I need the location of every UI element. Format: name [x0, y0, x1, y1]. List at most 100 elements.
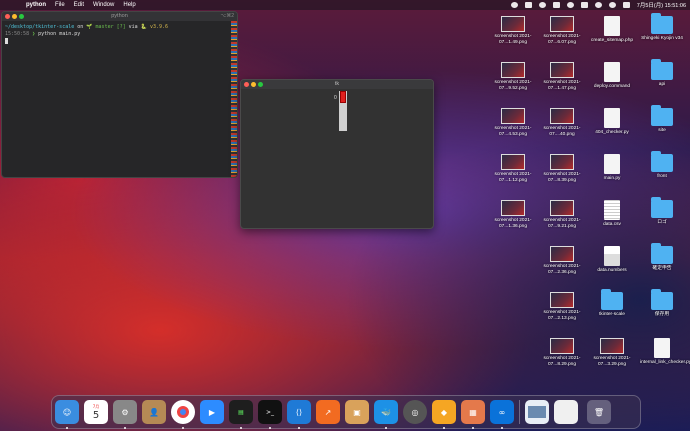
chrome-icon[interactable] — [171, 400, 195, 429]
finder-icon[interactable]: ☺ — [55, 400, 79, 429]
desktop-icon[interactable]: screenshot 2021-07...9.52.png — [491, 62, 535, 91]
system-preferences-icon[interactable]: ⚙ — [113, 400, 137, 429]
trash-icon[interactable]: 🗑 — [587, 400, 611, 424]
contacts-icon[interactable]: 👤 — [142, 400, 166, 424]
folder-icon — [601, 289, 623, 310]
tk-title: tk — [334, 81, 340, 87]
desktop-icon[interactable]: 保存用 — [640, 289, 684, 318]
desktop-icon[interactable]: screenshot 2021-07...2.36.png — [540, 246, 584, 275]
bluetooth-icon[interactable] — [580, 2, 588, 8]
spreadsheet-file-icon — [604, 200, 620, 220]
menu-edit[interactable]: Edit — [74, 2, 84, 8]
image-file-icon — [501, 16, 525, 32]
desktop-icon-label: screenshot 2021-07...1.49.png — [494, 34, 532, 45]
menubar-clock[interactable]: 7月5日(月) 15:51:06 — [637, 1, 686, 9]
desktop-icon[interactable]: screenshot 2021-07....40.png — [540, 108, 584, 137]
desktop-icon[interactable]: 確定申告 — [640, 243, 684, 272]
preview-icon[interactable]: ▦ — [461, 400, 485, 429]
status-icon-2[interactable] — [524, 2, 532, 8]
infinity-icon[interactable]: ∞ — [490, 400, 514, 429]
terminal-titlebar[interactable]: python ⌥⌘2 — [2, 12, 237, 21]
desktop-icon[interactable]: site — [640, 105, 684, 134]
calendar-icon[interactable]: 7月 5 — [84, 400, 108, 424]
desktop-icon[interactable]: data.numbers — [590, 246, 634, 274]
wifi-icon[interactable] — [594, 2, 602, 8]
desktop-icon[interactable]: main.py — [590, 154, 634, 182]
desktop-icon[interactable]: ロゴ — [640, 197, 684, 226]
image-file-icon — [550, 62, 574, 78]
tk-window[interactable]: tk 0 — [240, 79, 434, 229]
folder-icon — [651, 13, 673, 34]
quicktime-icon[interactable]: ◎ — [403, 400, 427, 424]
vscode-icon[interactable]: ⟨⟩ — [287, 400, 311, 429]
desktop-icon-label: data.csv — [603, 222, 621, 227]
terminal-path: ~/desktop/tkinter-scale — [5, 24, 75, 30]
archive-utility-icon[interactable]: ▣ — [345, 400, 369, 424]
terminal-via: via — [125, 24, 141, 30]
status-icon-1[interactable] — [510, 2, 518, 8]
desktop-icon-label: screenshot 2021-07...6.07.png — [543, 34, 581, 45]
desktop-icon[interactable]: screenshot 2021-07...2.13.png — [540, 292, 584, 321]
desktop-icon[interactable]: deploy.command — [590, 62, 634, 90]
control-center-icon[interactable] — [622, 2, 630, 8]
terminal-output[interactable]: ~/desktop/tkinter-scale on 🌱 master [?] … — [2, 21, 237, 49]
status-icon-3[interactable] — [538, 2, 546, 8]
desktop-icon-label: screenshot 2021-07...2.36.png — [543, 264, 581, 275]
desktop-icon[interactable]: Shingeki Kyojin v34 — [640, 13, 684, 42]
desktop-icon-label: screenshot 2021-07...8.29.png — [543, 356, 581, 367]
desktop-icon[interactable]: internal_link_checker.py — [640, 338, 690, 366]
menu-app-name[interactable]: python — [26, 2, 46, 8]
desktop-icon-label: site — [658, 128, 666, 133]
desktop-icon[interactable]: screenshot 2021-07...4.53.png — [491, 108, 535, 137]
desktop-icon[interactable]: screenshot 2021-07...1.12.png — [491, 154, 535, 183]
desktop-icon-label: screenshot 2021-07...3.29.png — [593, 356, 631, 367]
terminal-command: python main.py — [38, 31, 81, 37]
desktop-icon-label: screenshot 2021-07....40.png — [543, 126, 581, 137]
folder-icon — [651, 59, 673, 80]
menu-file[interactable]: File — [55, 2, 65, 8]
desktop-icon[interactable]: screenshot 2021-07...8.39.png — [540, 154, 584, 183]
menu-window[interactable]: Window — [93, 2, 114, 8]
desktop-icon[interactable]: screenshot 2021-07...1.36.png — [491, 200, 535, 229]
document-file-icon — [604, 154, 620, 174]
desktop-icon[interactable]: create_sitemap.php — [590, 16, 634, 44]
desktop-icon[interactable]: screenshot 2021-07...1.49.png — [491, 16, 535, 45]
desktop-icon[interactable]: screenshot 2021-07...6.07.png — [540, 16, 584, 45]
menu-bar: python File Edit Window Help 7月5日(月) 15:… — [0, 0, 690, 10]
desktop-icon[interactable]: screenshot 2021-07...1.47.png — [540, 62, 584, 91]
spotlight-icon[interactable] — [608, 2, 616, 8]
desktop-icon-label: tkinter-scale — [599, 312, 625, 317]
document-file-icon — [654, 338, 670, 358]
docker-icon[interactable]: 🐳 — [374, 400, 398, 429]
desktop-icon[interactable]: api — [640, 59, 684, 88]
desktop-icon[interactable]: front — [640, 151, 684, 180]
document-stack-icon[interactable] — [554, 400, 578, 424]
status-icon-4[interactable] — [552, 2, 560, 8]
dock: ☺ 7月 5 ⚙ 👤 ▶ ▤ >_ ⟨⟩ ↗ ▣ 🐳 ◎ ◆ ▦ ∞ 🗑 — [51, 395, 641, 429]
desktop-icon-label: deploy.command — [593, 84, 631, 89]
desktop-icon-label: 確定申告 — [652, 266, 672, 271]
image-file-icon — [550, 200, 574, 216]
menu-help[interactable]: Help — [123, 2, 135, 8]
terminal-app-icon[interactable]: ▤ — [229, 400, 253, 429]
terminal-icon[interactable]: >_ — [258, 400, 282, 429]
desktop-icon-label: data.numbers — [597, 268, 627, 273]
screenshot-stack-icon[interactable] — [525, 400, 549, 424]
desktop-icon[interactable]: screenshot 2021-07...8.29.png — [540, 338, 584, 367]
zoom-app-icon[interactable]: ▶ — [200, 400, 224, 424]
desktop-icon-label: 404_checker.py — [595, 130, 629, 135]
numbers-file-icon — [604, 246, 620, 266]
desktop-icon[interactable]: data.csv — [590, 200, 634, 228]
git-branch: 🌱 master [?] — [86, 24, 126, 30]
status-icon-5[interactable] — [566, 2, 574, 8]
scale-slider-handle[interactable] — [340, 91, 346, 103]
desktop-icon[interactable]: screenshot 2021-07...9.21.png — [540, 200, 584, 229]
tk-titlebar[interactable]: tk — [241, 80, 433, 89]
activity-icon[interactable]: ↗ — [316, 400, 340, 424]
desktop-icon[interactable]: tkinter-scale — [590, 289, 634, 318]
document-file-icon — [604, 16, 620, 36]
terminal-window[interactable]: python ⌥⌘2 ~/desktop/tkinter-scale on 🌱 … — [1, 11, 238, 178]
desktop-icon[interactable]: 404_checker.py — [590, 108, 634, 136]
desktop-icon[interactable]: screenshot 2021-07...3.29.png — [590, 338, 634, 367]
sourcetree-icon[interactable]: ◆ — [432, 400, 456, 429]
